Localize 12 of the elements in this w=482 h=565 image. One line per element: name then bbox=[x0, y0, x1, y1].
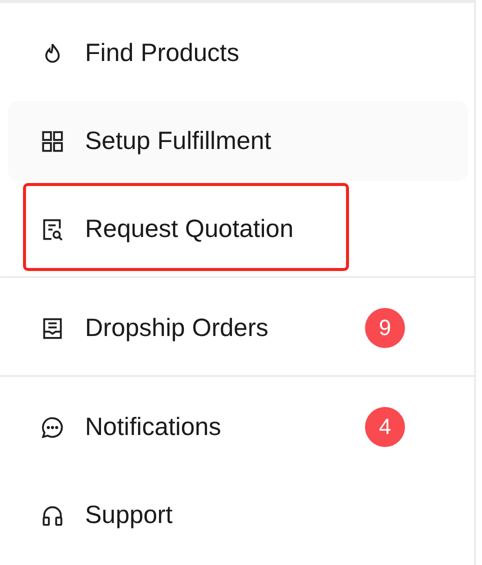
count-badge: 4 bbox=[365, 407, 405, 447]
menu-item[interactable]: Support bbox=[8, 475, 468, 555]
menu-item[interactable]: Request Quotation bbox=[8, 189, 468, 269]
menu-item[interactable]: Dropship Orders 9 bbox=[8, 288, 468, 368]
grid-icon bbox=[40, 128, 65, 154]
chat-icon bbox=[40, 414, 65, 440]
menu-item[interactable]: Notifications 4 bbox=[8, 387, 468, 467]
menu-item[interactable]: Setup Fulfillment bbox=[8, 101, 468, 181]
menu-item[interactable]: Find Products bbox=[8, 13, 468, 93]
count-badge: 9 bbox=[365, 308, 405, 348]
document-search-icon bbox=[40, 216, 65, 242]
receipt-icon bbox=[40, 316, 65, 340]
